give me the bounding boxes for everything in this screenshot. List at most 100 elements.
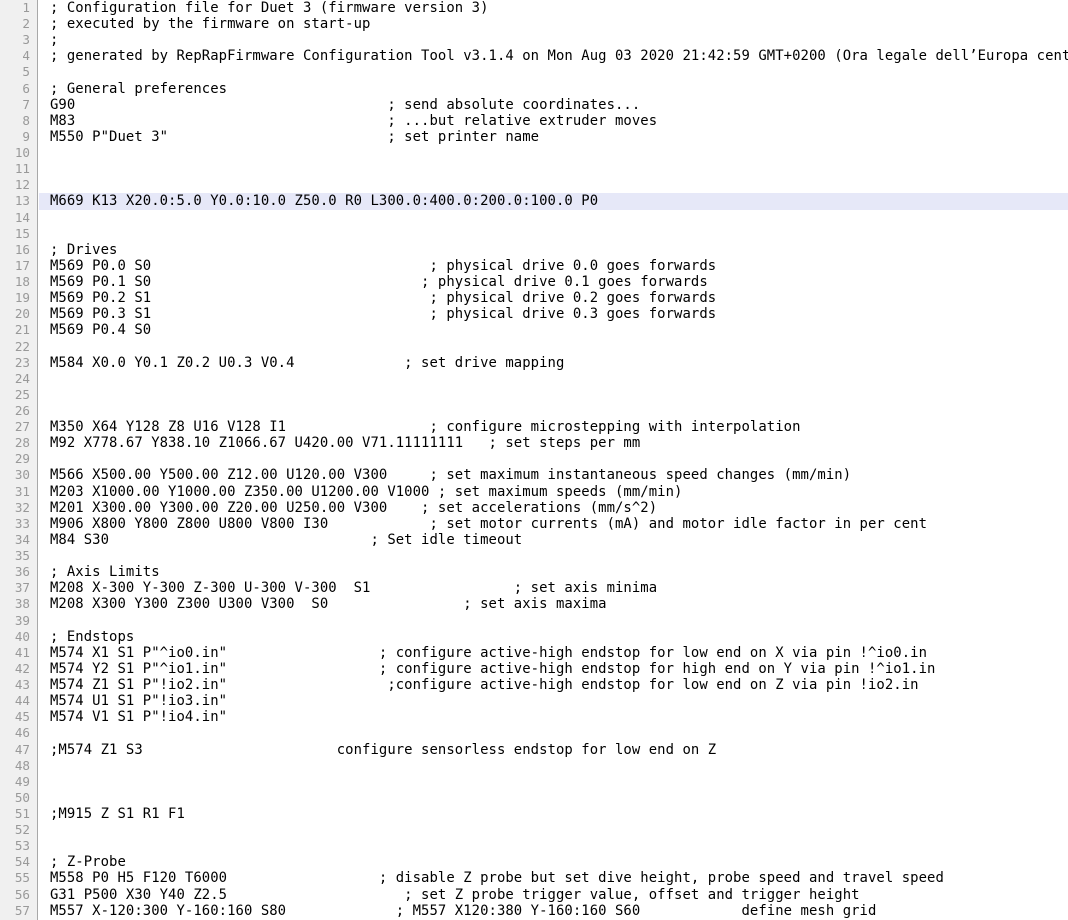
- code-line[interactable]: 46: [0, 725, 1068, 741]
- code-line[interactable]: 21 M569 P0.4 S0: [0, 322, 1068, 338]
- code-line-text[interactable]: ;M915 Z S1 R1 F1: [39, 806, 1068, 822]
- code-line-text[interactable]: M92 X778.67 Y838.10 Z1066.67 U420.00 V71…: [39, 435, 1068, 451]
- code-line[interactable]: 31 M203 X1000.00 Y1000.00 Z350.00 U1200.0…: [0, 484, 1068, 500]
- code-line-text[interactable]: ;M574 Z1 S3 configure sensorless endstop…: [39, 742, 1068, 758]
- code-line-text[interactable]: [39, 339, 1068, 355]
- code-line-text[interactable]: M574 Z1 S1 P"!io2.in" ;configure active-…: [39, 677, 1068, 693]
- code-line-text[interactable]: M84 S30 ; Set idle timeout: [39, 532, 1068, 548]
- code-line[interactable]: 33 M906 X800 Y800 Z800 U800 V800 I30 ; se…: [0, 516, 1068, 532]
- code-line[interactable]: 42 M574 Y2 S1 P"^io1.in" ; configure acti…: [0, 661, 1068, 677]
- code-line[interactable]: 15: [0, 226, 1068, 242]
- code-line[interactable]: 24: [0, 371, 1068, 387]
- code-line[interactable]: 12: [0, 177, 1068, 193]
- code-line-text[interactable]: M906 X800 Y800 Z800 U800 V800 I30 ; set …: [39, 516, 1068, 532]
- code-line[interactable]: 16 ; Drives: [0, 242, 1068, 258]
- code-line[interactable]: 2 ; executed by the firmware on start-up: [0, 16, 1068, 32]
- code-line[interactable]: 56 G31 P500 X30 Y40 Z2.5 ; set Z probe tr…: [0, 887, 1068, 903]
- code-line-text[interactable]: ;: [39, 32, 1068, 48]
- code-line-text[interactable]: M208 X-300 Y-300 Z-300 U-300 V-300 S1 ; …: [39, 580, 1068, 596]
- code-line[interactable]: 57 M557 X-120:300 Y-160:160 S80 ; M557 X1…: [0, 903, 1068, 919]
- code-line-text[interactable]: M569 P0.4 S0: [39, 322, 1068, 338]
- code-line-text[interactable]: [39, 774, 1068, 790]
- code-line-text[interactable]: ; generated by RepRapFirmware Configurat…: [39, 48, 1068, 64]
- code-line[interactable]: 34 M84 S30 ; Set idle timeout: [0, 532, 1068, 548]
- code-line[interactable]: 45 M574 V1 S1 P"!io4.in": [0, 709, 1068, 725]
- code-line[interactable]: 51 ;M915 Z S1 R1 F1: [0, 806, 1068, 822]
- code-line-text[interactable]: ; Axis Limits: [39, 564, 1068, 580]
- code-line-text[interactable]: M574 U1 S1 P"!io3.in": [39, 693, 1068, 709]
- code-line-text[interactable]: M574 X1 S1 P"^io0.in" ; configure active…: [39, 645, 1068, 661]
- code-line-text[interactable]: [39, 387, 1068, 403]
- code-line-text[interactable]: M669 K13 X20.0:5.0 Y0.0:10.0 Z50.0 R0 L3…: [39, 193, 1068, 210]
- code-line[interactable]: 39: [0, 613, 1068, 629]
- code-line[interactable]: 53: [0, 838, 1068, 854]
- code-line[interactable]: 36 ; Axis Limits: [0, 564, 1068, 580]
- code-line-text[interactable]: [39, 758, 1068, 774]
- code-line-text[interactable]: [39, 451, 1068, 467]
- code-line-text[interactable]: M208 X300 Y300 Z300 U300 V300 S0 ; set a…: [39, 596, 1068, 612]
- code-line[interactable]: 14: [0, 210, 1068, 226]
- code-line-text[interactable]: ; Drives: [39, 242, 1068, 258]
- code-line-text[interactable]: M350 X64 Y128 Z8 U16 V128 I1 ; configure…: [39, 419, 1068, 435]
- code-line[interactable]: 18 M569 P0.1 S0 ; physical drive 0.1 goes…: [0, 274, 1068, 290]
- code-line-text[interactable]: [39, 161, 1068, 177]
- code-line[interactable]: 41 M574 X1 S1 P"^io0.in" ; configure acti…: [0, 645, 1068, 661]
- code-line-text[interactable]: M201 X300.00 Y300.00 Z20.00 U250.00 V300…: [39, 500, 1068, 516]
- code-line-text[interactable]: ; Configuration file for Duet 3 (firmwar…: [39, 0, 1068, 16]
- code-line[interactable]: 43 M574 Z1 S1 P"!io2.in" ;configure activ…: [0, 677, 1068, 693]
- code-line-text[interactable]: ; Endstops: [39, 629, 1068, 645]
- code-line-text[interactable]: [39, 210, 1068, 226]
- code-line[interactable]: 44 M574 U1 S1 P"!io3.in": [0, 693, 1068, 709]
- code-line[interactable]: 40 ; Endstops: [0, 629, 1068, 645]
- code-line[interactable]: 49: [0, 774, 1068, 790]
- code-line-text[interactable]: ; Z-Probe: [39, 854, 1068, 870]
- code-line[interactable]: 37 M208 X-300 Y-300 Z-300 U-300 V-300 S1 …: [0, 580, 1068, 596]
- code-line[interactable]: 19 M569 P0.2 S1 ; physical drive 0.2 goes…: [0, 290, 1068, 306]
- code-line-text[interactable]: ; executed by the firmware on start-up: [39, 16, 1068, 32]
- code-line[interactable]: 4 ; generated by RepRapFirmware Configura…: [0, 48, 1068, 64]
- code-line[interactable]: 1 ; Configuration file for Duet 3 (firmwa…: [0, 0, 1068, 16]
- code-line[interactable]: 6 ; General preferences: [0, 81, 1068, 97]
- code-line-text[interactable]: [39, 725, 1068, 741]
- code-line[interactable]: 5: [0, 64, 1068, 80]
- code-editor[interactable]: 1 ; Configuration file for Duet 3 (firmwa…: [0, 0, 1068, 920]
- code-line[interactable]: 29: [0, 451, 1068, 467]
- code-line[interactable]: 28 M92 X778.67 Y838.10 Z1066.67 U420.00 V…: [0, 435, 1068, 451]
- code-line-text[interactable]: [39, 177, 1068, 193]
- code-line[interactable]: 32 M201 X300.00 Y300.00 Z20.00 U250.00 V3…: [0, 500, 1068, 516]
- code-line-text[interactable]: [39, 838, 1068, 854]
- code-line-text[interactable]: M569 P0.0 S0 ; physical drive 0.0 goes f…: [39, 258, 1068, 274]
- code-line-text[interactable]: G31 P500 X30 Y40 Z2.5 ; set Z probe trig…: [39, 887, 1068, 903]
- code-line-text[interactable]: G90 ; send absolute coordinates...: [39, 97, 1068, 113]
- code-line[interactable]: 9 M550 P"Duet 3" ; set printer name: [0, 129, 1068, 145]
- code-line[interactable]: 26: [0, 403, 1068, 419]
- code-line[interactable]: 20 M569 P0.3 S1 ; physical drive 0.3 goes…: [0, 306, 1068, 322]
- code-line[interactable]: 27 M350 X64 Y128 Z8 U16 V128 I1 ; configu…: [0, 419, 1068, 435]
- code-line[interactable]: 54 ; Z-Probe: [0, 854, 1068, 870]
- code-line-text[interactable]: M83 ; ...but relative extruder moves: [39, 113, 1068, 129]
- code-line-text[interactable]: M550 P"Duet 3" ; set printer name: [39, 129, 1068, 145]
- code-line[interactable]: 13 M669 K13 X20.0:5.0 Y0.0:10.0 Z50.0 R0 …: [0, 193, 1068, 210]
- code-line-text[interactable]: [39, 64, 1068, 80]
- code-line-text[interactable]: [39, 226, 1068, 242]
- code-line-text[interactable]: [39, 613, 1068, 629]
- code-line[interactable]: 55 M558 P0 H5 F120 T6000 ; disable Z prob…: [0, 870, 1068, 886]
- code-line[interactable]: 23 M584 X0.0 Y0.1 Z0.2 U0.3 V0.4 ; set dr…: [0, 355, 1068, 371]
- code-line-text[interactable]: [39, 822, 1068, 838]
- code-line[interactable]: 17 M569 P0.0 S0 ; physical drive 0.0 goes…: [0, 258, 1068, 274]
- code-line-text[interactable]: [39, 548, 1068, 564]
- code-line[interactable]: 35: [0, 548, 1068, 564]
- code-line[interactable]: 11: [0, 161, 1068, 177]
- code-line[interactable]: 8 M83 ; ...but relative extruder moves: [0, 113, 1068, 129]
- code-line-text[interactable]: M566 X500.00 Y500.00 Z12.00 U120.00 V300…: [39, 467, 1068, 483]
- code-line[interactable]: 52: [0, 822, 1068, 838]
- code-line-text[interactable]: ; General preferences: [39, 81, 1068, 97]
- code-line-text[interactable]: [39, 145, 1068, 161]
- code-line[interactable]: 10: [0, 145, 1068, 161]
- code-line-text[interactable]: M584 X0.0 Y0.1 Z0.2 U0.3 V0.4 ; set driv…: [39, 355, 1068, 371]
- code-line-text[interactable]: [39, 371, 1068, 387]
- code-line-text[interactable]: M574 Y2 S1 P"^io1.in" ; configure active…: [39, 661, 1068, 677]
- code-line[interactable]: 25: [0, 387, 1068, 403]
- code-line-text[interactable]: M569 P0.1 S0 ; physical drive 0.1 goes f…: [39, 274, 1068, 290]
- code-line[interactable]: 3;: [0, 32, 1068, 48]
